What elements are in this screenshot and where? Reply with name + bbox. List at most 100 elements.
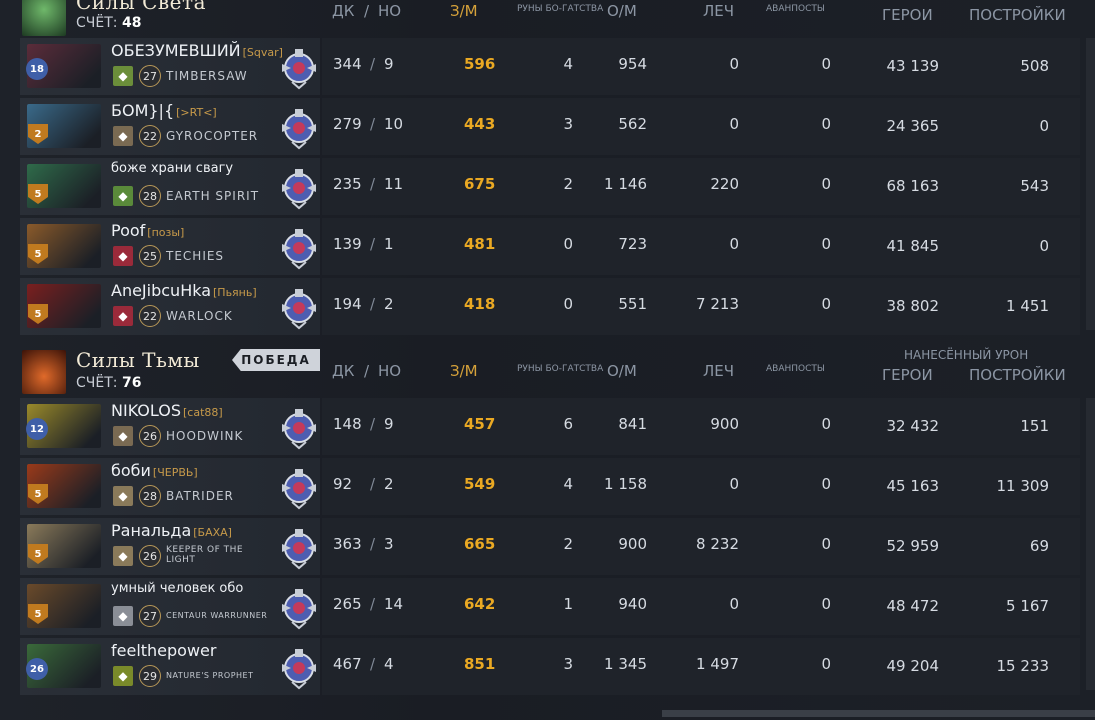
rank-medal-icon[interactable] [278,406,320,450]
xpm: 841 [618,415,647,433]
col-kills[interactable]: ДК [332,2,354,20]
kda-sep: / [370,475,376,493]
player-level: 28 [139,485,161,507]
building-damage: 15 233 [996,657,1050,675]
player-name[interactable]: feelthepower [111,641,218,660]
hero-name: NATURE'S PROPHET [166,671,254,680]
col-xpm[interactable]: О/М [607,2,637,20]
player-name[interactable]: умный человек обо [111,581,245,596]
networth: 481 [464,235,496,253]
deaths: 2 [384,475,394,493]
runes: 6 [563,415,573,433]
outposts: 0 [821,295,831,313]
runes: 2 [563,175,573,193]
col-heal[interactable]: ЛЕЧ [703,2,734,20]
runes: 3 [563,115,573,133]
player-row[interactable]: 5 умный человек обо ◆ 27 CENTAUR WARRUNN… [20,578,1080,635]
player-name[interactable]: Poof [позы] [111,221,184,240]
player-name[interactable]: боби [ЧЕРВЬ] [111,461,198,480]
rank-medal-icon[interactable] [278,226,320,270]
rank-medal-icon[interactable] [278,526,320,570]
col-hero-damage[interactable]: ГЕРОИ [882,6,933,24]
player-info: 5 Ранальда [БАХА] ◆ 26 KEEPER OF THE LIGH… [20,518,320,575]
castle-icon: ◆ [113,306,133,326]
deaths: 14 [384,595,404,613]
player-info: 18 ОБЕЗУМЕВШИЙ [Sqvar] ◆ 27 TIMBERSAW [20,38,320,95]
mask-icon: ◆ [113,666,133,686]
horizontal-scrollbar[interactable] [662,710,1095,717]
building-damage: 151 [1020,417,1049,435]
player-name[interactable]: БОМ}|{[>RT<] [111,101,217,120]
player-level: 26 [139,425,161,447]
xpm: 900 [618,535,647,553]
player-row[interactable]: 26 feelthepower ◆ 29 NATURE'S PROPHET 46… [20,638,1080,695]
dire-logo-icon [22,350,66,394]
hero-name: GYROCOPTER [166,129,259,143]
kda-sep: / [370,115,376,133]
col-runes[interactable]: РУНЫ БО-ГАТСТВА [517,364,603,374]
kda-sep: / [370,535,376,553]
victory-badge: ПОБЕДА [232,349,320,371]
player-row[interactable]: 5 Ранальда [БАХА] ◆ 26 KEEPER OF THE LIGH… [20,518,1080,575]
col-hero-damage[interactable]: ГЕРОИ [882,366,933,384]
player-row[interactable]: 5 AneJibcuHka [Пьянь] ◆ 22 WARLOCK 194 / … [20,278,1080,335]
player-row[interactable]: 5 боже храни свагу ◆ 28 EARTH SPIRIT 235… [20,158,1080,215]
player-name[interactable]: NIKOLOS [cat88] [111,401,223,420]
player-row[interactable]: 12 NIKOLOS [cat88] ◆ 26 HOODWINK 148 / 9 … [20,398,1080,455]
rank-medal-icon[interactable] [278,286,320,330]
xpm: 954 [618,55,647,73]
building-damage: 1 451 [1006,297,1049,315]
col-building-damage[interactable]: ПОСТРОЙКИ [969,6,1066,24]
player-row[interactable]: 5 Poof [позы] ◆ 25 TECHIES 139 / 1 481 0 … [20,218,1080,275]
heal: 900 [710,415,739,433]
rank-medal-icon[interactable] [278,166,320,210]
player-name[interactable]: AneJibcuHka [Пьянь] [111,281,257,300]
hero-damage: 68 163 [886,177,940,195]
player-row[interactable]: 18 ОБЕЗУМЕВШИЙ [Sqvar] ◆ 27 TIMBERSAW 344… [20,38,1080,95]
xpm: 1 146 [604,175,647,193]
wing-icon: ◆ [113,606,133,626]
col-runes[interactable]: РУНЫ БО-ГАТСТВА [517,4,603,14]
col-outposts[interactable]: АВАНПОСТЫ [766,4,825,14]
hero-damage: 41 845 [886,237,940,255]
col-outposts[interactable]: АВАНПОСТЫ [766,364,825,374]
col-xpm[interactable]: О/М [607,362,637,380]
networth: 457 [464,415,496,433]
rank-medal-icon[interactable] [278,106,320,150]
radiant-team-name: Силы Света [76,0,206,14]
hero-name: EARTH SPIRIT [166,189,260,203]
col-deaths[interactable]: НО [378,2,401,20]
kills: 265 [333,595,362,613]
networth: 418 [464,295,496,313]
runes: 2 [563,535,573,553]
hero-damage: 43 139 [886,57,940,75]
rank-medal-icon[interactable] [278,646,320,690]
player-row[interactable]: 5 боби [ЧЕРВЬ] ◆ 28 BATRIDER 92 / 2 549 4… [20,458,1080,515]
player-level: 27 [139,605,161,627]
rank-medal-icon[interactable] [278,466,320,510]
kills: 139 [333,235,362,253]
col-heal[interactable]: ЛЕЧ [703,362,734,380]
rank-medal-icon[interactable] [278,586,320,630]
heal: 0 [729,115,739,133]
hero-damage: 32 432 [886,417,940,435]
col-kills[interactable]: ДК [332,362,354,380]
player-info: 5 AneJibcuHka [Пьянь] ◆ 22 WARLOCK [20,278,320,335]
player-name[interactable]: Ранальда [БАХА] [111,521,232,540]
rank-medal-icon[interactable] [278,46,320,90]
col-networth[interactable]: З/М [450,2,478,20]
col-building-damage[interactable]: ПОСТРОЙКИ [969,366,1066,384]
player-name[interactable]: боже храни свагу [111,161,235,176]
kda-sep: / [370,415,376,433]
runes: 0 [563,295,573,313]
deaths: 2 [384,295,394,313]
hero-name: TIMBERSAW [166,69,248,83]
building-damage: 508 [1020,57,1049,75]
player-row[interactable]: 2 БОМ}|{[>RT<] ◆ 22 GYROCOPTER 279 / 10 … [20,98,1080,155]
col-networth[interactable]: З/М [450,362,478,380]
hero-level-badge: 26 [26,658,48,680]
player-level: 26 [139,545,161,567]
player-name[interactable]: ОБЕЗУМЕВШИЙ [Sqvar] [111,41,283,60]
col-deaths[interactable]: НО [378,362,401,380]
player-level: 22 [139,125,161,147]
